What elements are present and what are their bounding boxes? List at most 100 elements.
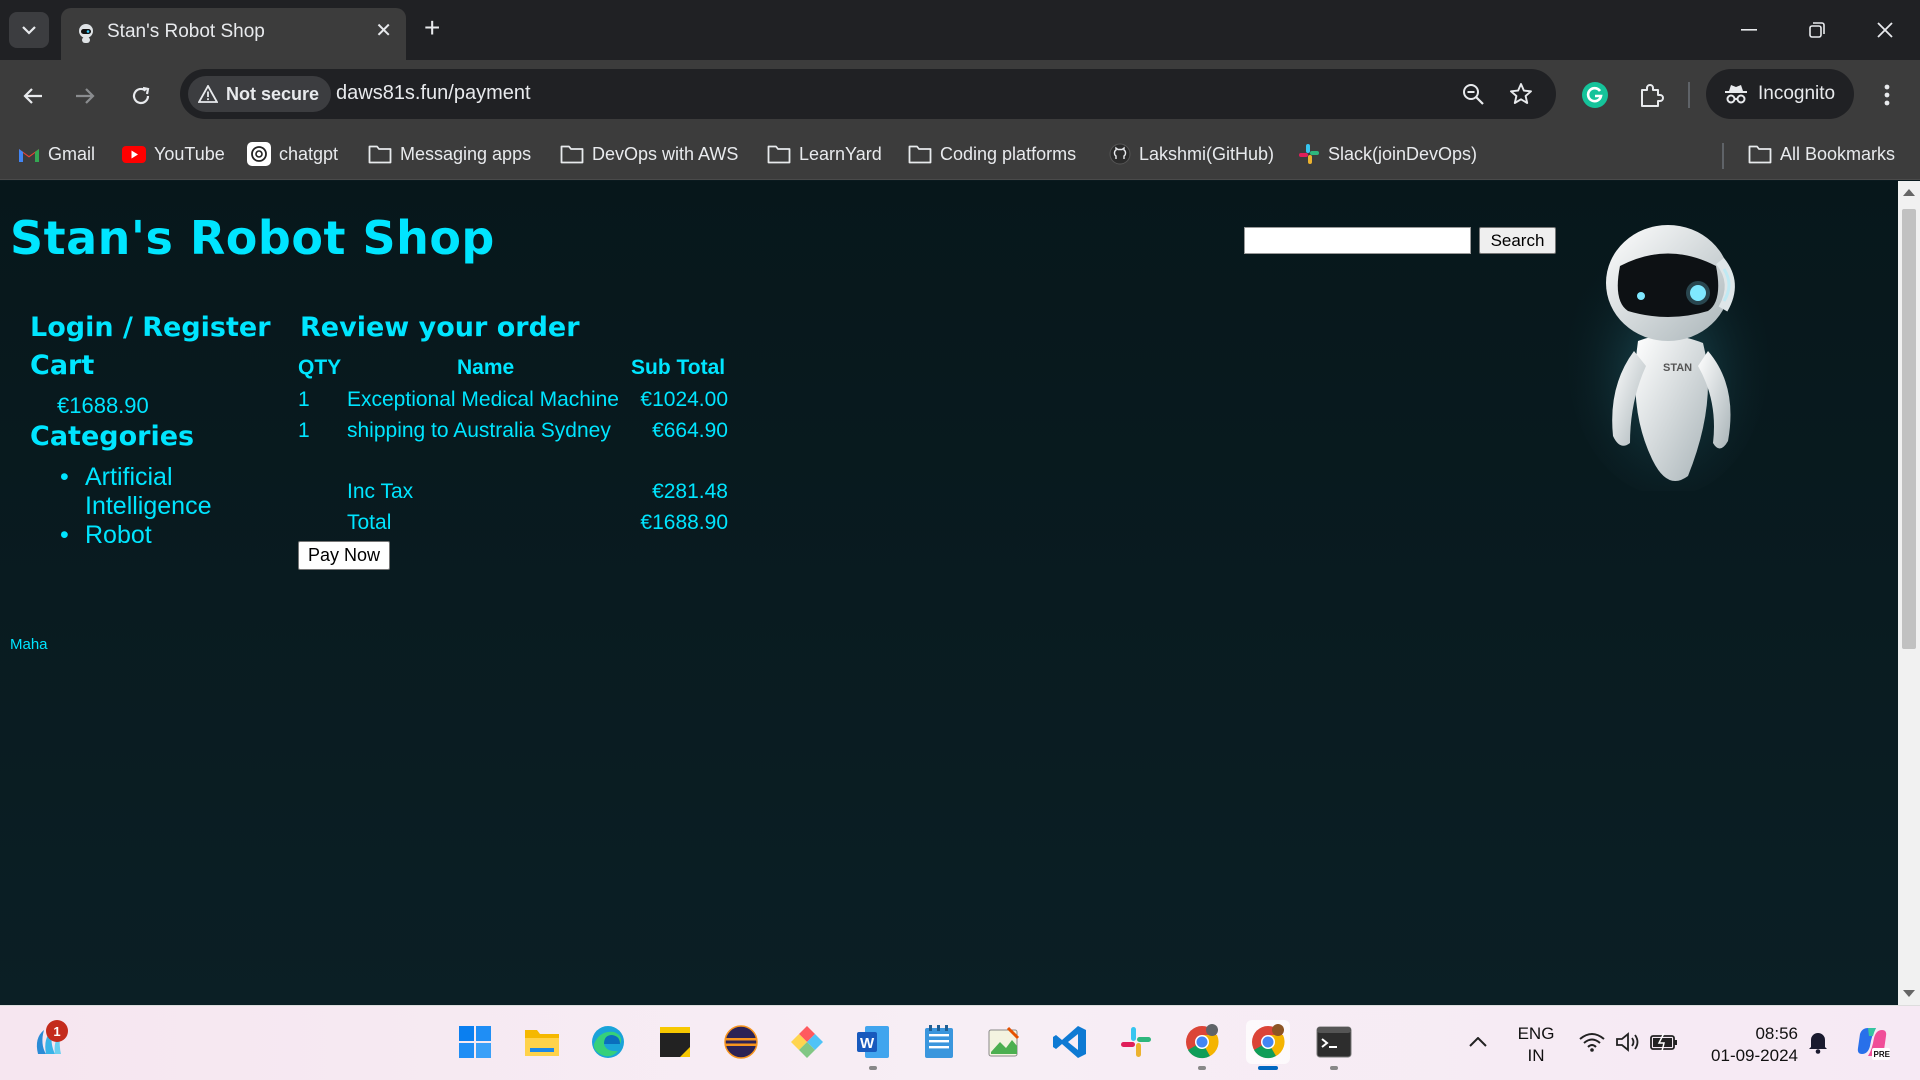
windows-taskbar: 1 W ENG IN 08:56 01-09-2024 PRE (0, 1005, 1920, 1080)
sticky-notes-icon (660, 1027, 690, 1057)
battery-charging-icon (1650, 1033, 1677, 1051)
incognito-indicator[interactable]: Incognito (1706, 69, 1854, 119)
eclipse-app[interactable] (719, 1020, 763, 1064)
slack-app[interactable] (1114, 1020, 1158, 1064)
category-label[interactable]: Artificial (85, 463, 173, 491)
clock[interactable]: 08:56 01-09-2024 (1700, 1023, 1798, 1067)
folder-icon (767, 145, 791, 164)
minimize-button[interactable] (1724, 12, 1774, 48)
start-button[interactable] (453, 1020, 497, 1064)
pay-now-button[interactable]: Pay Now (298, 541, 390, 570)
login-register-link[interactable]: Login / Register (30, 312, 271, 343)
category-item-robot[interactable]: • Robot (60, 521, 211, 550)
bookmark-star-button[interactable] (1508, 81, 1534, 107)
file-explorer-app[interactable] (520, 1020, 564, 1064)
search-button[interactable]: Search (1479, 227, 1556, 254)
forward-button[interactable] (65, 76, 105, 116)
copilot-button[interactable]: PRE (1850, 1020, 1894, 1064)
notepad-app[interactable] (917, 1020, 961, 1064)
new-tab-button[interactable]: + (424, 14, 440, 42)
bookmark-folder-messaging[interactable]: Messaging apps (368, 141, 531, 167)
bookmark-github[interactable]: Lakshmi(GitHub) (1109, 141, 1274, 167)
category-item-ai[interactable]: • Artificial Intelligence (60, 463, 211, 521)
bullet-icon: • (60, 463, 69, 491)
bookmark-chatgpt[interactable]: chatgpt (247, 141, 338, 167)
terminal-app[interactable] (1312, 1020, 1356, 1070)
row-subtotal: €1024.00 (640, 388, 728, 411)
row-qty: 1 (298, 419, 310, 442)
row-subtotal: €664.90 (652, 419, 728, 442)
browser-toolbar: Not secure daws81s.fun/payment Incognito (0, 60, 1920, 130)
bookmark-slack[interactable]: Slack(joinDevOps) (1298, 141, 1477, 167)
robot-favicon-icon (79, 24, 93, 43)
windows-start-icon (459, 1026, 491, 1058)
url-text[interactable]: daws81s.fun/payment (336, 82, 531, 105)
row-name: Exceptional Medical Machine (347, 388, 619, 411)
security-indicator[interactable]: Not secure (188, 76, 332, 112)
slack-icon (1299, 144, 1319, 164)
bookmark-label: chatgpt (279, 143, 339, 164)
running-indicator (869, 1066, 877, 1070)
bookmark-label: Lakshmi(GitHub) (1139, 143, 1275, 164)
total-label: Total (347, 511, 392, 534)
edge-icon (592, 1026, 624, 1058)
category-label[interactable]: Robot (85, 521, 152, 550)
cart-link[interactable]: Cart (30, 350, 94, 381)
restore-button[interactable] (1792, 12, 1842, 48)
language-indicator[interactable]: ENG IN (1510, 1023, 1562, 1067)
star-icon (1510, 83, 1532, 104)
notification-badge: 1 (46, 1020, 68, 1042)
bookmark-label: Coding platforms (940, 143, 1077, 164)
extensions-button[interactable] (1634, 78, 1668, 112)
all-bookmarks-button[interactable]: All Bookmarks (1748, 141, 1895, 167)
reload-icon (132, 86, 150, 105)
reload-button[interactable] (121, 76, 161, 116)
terminal-icon (1316, 1026, 1352, 1058)
browser-menu-button[interactable] (1870, 78, 1904, 112)
tab-close-button[interactable]: ✕ (375, 21, 392, 41)
zoom-button[interactable] (1460, 81, 1486, 107)
close-window-button[interactable] (1860, 12, 1910, 48)
browser-tab[interactable]: Stan's Robot Shop ✕ (61, 8, 406, 60)
bookmark-folder-coding[interactable]: Coding platforms (908, 141, 1076, 167)
category-label[interactable]: Intelligence (85, 492, 211, 520)
sticky-notes-app[interactable] (653, 1020, 697, 1064)
folder-app-icon (525, 1030, 559, 1056)
close-icon (1877, 22, 1893, 38)
edge-app[interactable] (586, 1020, 630, 1064)
bookmarks-divider (1722, 143, 1724, 169)
gmail-icon (19, 148, 39, 162)
grammarly-extension[interactable] (1578, 78, 1612, 112)
search-input[interactable] (1244, 227, 1471, 254)
show-hidden-icons-button[interactable] (1456, 1020, 1500, 1064)
footer-name: Maha (10, 636, 48, 653)
page-scrollbar[interactable] (1898, 181, 1920, 1005)
volume-icon (1616, 1032, 1639, 1052)
back-button[interactable] (13, 76, 53, 116)
bell-icon (1809, 1033, 1827, 1054)
git-kraken-app[interactable] (785, 1020, 829, 1064)
scroll-down-arrow[interactable] (1903, 990, 1915, 997)
vscode-app[interactable] (1048, 1020, 1092, 1064)
word-app[interactable]: W (851, 1020, 895, 1070)
tab-title: Stan's Robot Shop (107, 21, 265, 42)
chrome-app-active[interactable] (1246, 1020, 1290, 1070)
scroll-up-arrow[interactable] (1903, 189, 1915, 196)
language-label: ENG (1517, 1024, 1555, 1043)
notifications-button[interactable] (1796, 1020, 1840, 1064)
bookmark-label: Slack(joinDevOps) (1328, 143, 1478, 164)
address-bar[interactable]: Not secure daws81s.fun/payment (180, 69, 1556, 119)
bookmark-folder-devops[interactable]: DevOps with AWS (560, 141, 738, 167)
chrome-profile-app[interactable] (1180, 1020, 1224, 1070)
bookmark-gmail[interactable]: Gmail (18, 141, 95, 167)
bookmark-folder-learnyard[interactable]: LearnYard (767, 141, 882, 167)
bookmark-youtube[interactable]: YouTube (122, 141, 225, 167)
site-title[interactable]: Stan's Robot Shop (10, 211, 495, 265)
tab-search-button[interactable] (9, 12, 49, 48)
minimize-icon (1741, 29, 1757, 31)
battery-status[interactable] (1642, 1020, 1686, 1064)
folder-icon (368, 145, 392, 164)
scroll-thumb[interactable] (1902, 209, 1916, 649)
whiteboard-app[interactable] (982, 1020, 1026, 1064)
robot-chest-label: STAN (1663, 362, 1692, 374)
